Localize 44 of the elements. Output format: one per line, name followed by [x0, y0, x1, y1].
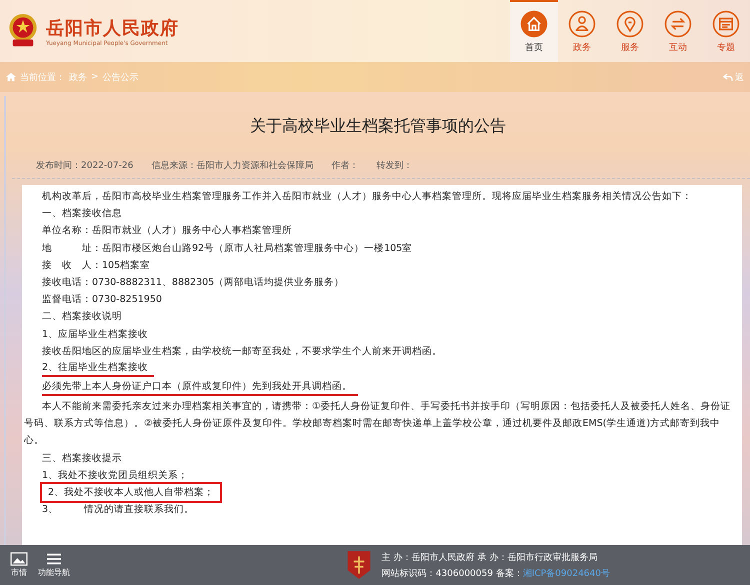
- nav-tab[interactable]: 政务: [558, 0, 606, 62]
- article-paragraph: 本人不能前来需委托亲友过来办理档案相关事宜的，请携带：①委托人身份证复印件、手写委托书并按手印（写明原因：包括委托人及被委托人姓名、身份证号码、联系方式等信息）。②被委托人身份证原件及复印件。学校邮寄档案时需在邮寄快递单上盖学校公章，通过机要件及邮政EMS(学生通道)方式邮寄到我中心。: [24, 400, 732, 448]
- article-paragraph: 3、 情况的请直接联系我们。: [42, 503, 196, 518]
- article-meta: 转发到：: [376, 160, 412, 172]
- breadcrumb-separator: >: [91, 72, 99, 82]
- footer-host-text: 主 办：岳阳市人民政府 承 办：岳阳市行政审批服务局: [382, 552, 598, 564]
- article-meta: 发布时间：2022-07-26: [36, 160, 134, 172]
- footer-site-code: 网站标识码：4306000059 备案：: [382, 567, 523, 580]
- tool-label[interactable]: 市情: [11, 567, 27, 578]
- article-paragraph: 2、往届毕业生档案接收: [42, 361, 154, 378]
- site-name: 岳阳市人民政府: [46, 16, 179, 40]
- article-paragraph: 机构改革后，岳阳市高校毕业生档案管理服务工作并入岳阳市就业（人才）服务中心人事档案管理所。现将应届毕业生档案服务相关情况公告如下：: [42, 190, 693, 204]
- article-paragraph: 一、档案接收信息: [42, 207, 123, 222]
- article-meta: 作者：: [331, 160, 358, 172]
- nav-tab[interactable]: 首页: [510, 0, 558, 62]
- swap-arrows-icon[interactable]: [664, 10, 692, 38]
- image-icon[interactable]: [10, 552, 28, 566]
- nav-tab[interactable]: 专题: [702, 0, 750, 62]
- nav-tab[interactable]: 互动: [654, 0, 702, 62]
- article-paragraph: 监督电话：0730-8251950: [42, 293, 163, 308]
- article-paragraph: 三、档案接收提示: [42, 452, 123, 466]
- article-paragraph: 接收电话：0730-8882311、8882305（两部电话均提供业务服务）: [42, 276, 346, 290]
- person-icon[interactable]: [568, 10, 596, 38]
- home-icon: [6, 72, 16, 82]
- breadcrumb-label: 当前位置：: [20, 72, 65, 84]
- tool-label[interactable]: 功能导航: [38, 567, 70, 578]
- article-paragraph: 1、我处不接收党团员组织关系；: [42, 468, 190, 483]
- article-paragraph: 接 收 人：105档案室: [42, 258, 152, 273]
- article-paragraph: 地 址：岳阳市楼区炮台山路92号（原市人社局档案管理服务中心）一楼105室: [42, 242, 414, 256]
- nav-tab[interactable]: 服务: [606, 0, 654, 62]
- government-badge-icon[interactable]: [346, 549, 372, 581]
- article-paragraph: 接收岳阳地区的应届毕业生档案，由学校统一邮寄至我处，不要求学生个人前来开调档函。: [42, 344, 443, 359]
- location-pin-icon[interactable]: [616, 10, 644, 38]
- article-paragraph: 单位名称：岳阳市就业（人才）服务中心人事档案管理所: [42, 224, 293, 238]
- icp-link[interactable]: 湘ICP备09024640号: [522, 566, 610, 580]
- article-paragraph: 1、应届毕业生档案接收: [42, 328, 150, 342]
- menu-icon[interactable]: [45, 552, 63, 566]
- house-icon[interactable]: [520, 10, 548, 38]
- article-title: 关于高校毕业生档案托管事项的公告: [249, 116, 507, 137]
- article-paragraph: 必须先带上本人身份证户口本（原件或复印件）先到我处开具调档函。: [42, 380, 358, 396]
- article-paragraph: 2、我处不接收本人或他人自带档案；: [42, 484, 220, 502]
- article-paragraph: 二、档案接收说明: [42, 310, 123, 324]
- document-icon[interactable]: [712, 10, 740, 38]
- article-meta: 信息来源：岳阳市人力资源和社会保障局: [151, 160, 314, 172]
